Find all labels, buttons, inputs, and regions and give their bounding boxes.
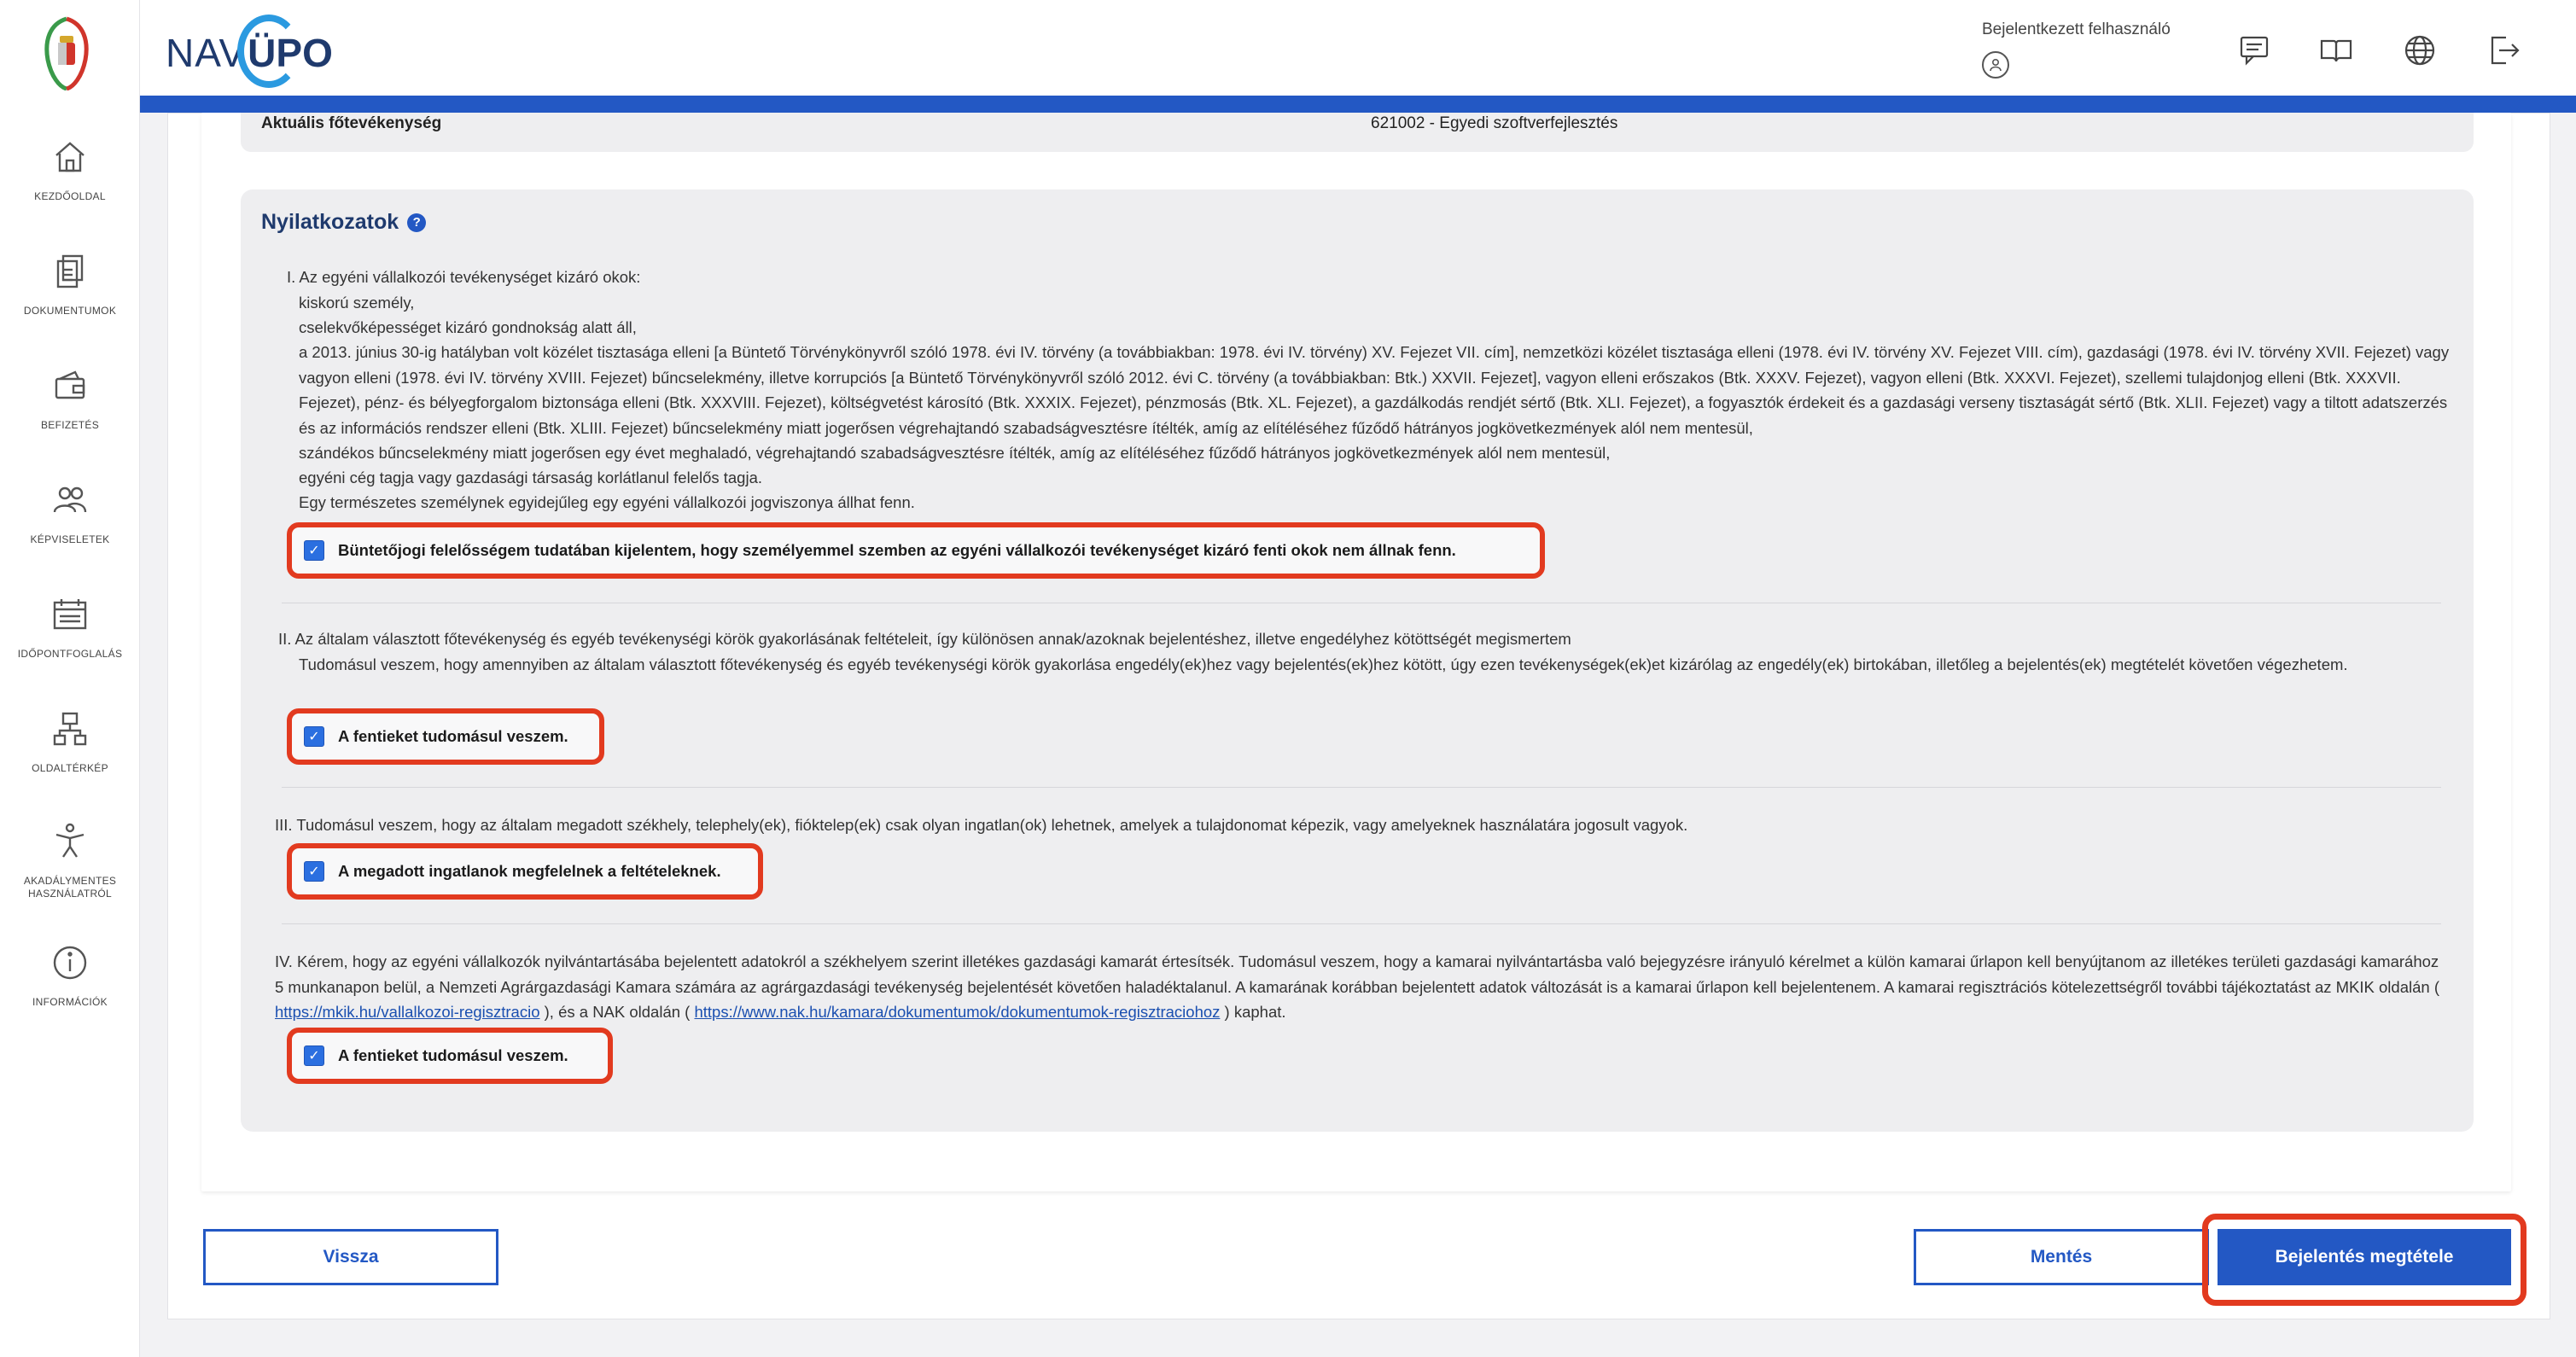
sidebar-item-label: OLDALTÉRKÉP — [32, 762, 108, 774]
submit-declaration-button[interactable]: Bejelentés megtétele — [2218, 1229, 2511, 1285]
section-divider — [282, 787, 2441, 788]
brand-arc-decoration — [237, 15, 301, 88]
declaration4-checkbox-label: A fentieket tudomásul veszem. — [338, 1046, 568, 1064]
declarations-title: Nyilatkozatok ? — [261, 210, 427, 235]
sidebar-item-label: KEZDŐOLDAL — [34, 190, 106, 202]
people-icon — [50, 480, 90, 525]
chat-icon[interactable] — [2236, 32, 2272, 68]
nak-link[interactable]: https://www.nak.hu/kamara/dokumentumok/d… — [694, 1003, 1220, 1021]
sidebar-item-label: KÉPVISELETEK — [30, 533, 110, 545]
section1-line: Egy természetes személynek egyidejűleg e… — [299, 493, 915, 511]
section4-text: IV. Kérem, hogy az egyéni vállalkozók ny… — [275, 952, 2439, 1021]
section1-heading: I. Az egyéni vállalkozói tevékenységet k… — [287, 268, 641, 286]
sidebar-item-label: INFORMÁCIÓK — [32, 996, 108, 1008]
checkbox-checked[interactable]: ✓ — [304, 1045, 324, 1066]
back-button[interactable]: Vissza — [203, 1229, 498, 1285]
sidebar-item-label: DOKUMENTUMOK — [23, 305, 117, 317]
section1-line: cselekvőképességet kizáró gondnokság ala… — [299, 318, 637, 336]
user-avatar-icon[interactable] — [1982, 51, 2009, 79]
sidebar-item-label: AKADÁLYMENTES HASZNÁLATRÓL — [23, 875, 117, 900]
declaration2-checkbox-row[interactable]: ✓ A fentieket tudomásul veszem. — [287, 708, 604, 765]
logout-icon[interactable] — [2486, 32, 2521, 68]
logged-in-user-label: Bejelentkezett felhasználó — [1982, 20, 2171, 38]
help-icon[interactable]: ? — [407, 213, 427, 232]
sidebar-item-home[interactable]: KEZDŐOLDAL — [0, 137, 140, 230]
brand-nav-text: NAV — [166, 31, 247, 75]
section2-heading: II. Az általam választott főtevékenység … — [278, 630, 1571, 648]
sidebar-item-label: BEFIZETÉS — [40, 419, 100, 431]
declaration3-checkbox-label: A megadott ingatlanok megfelelnek a felt… — [338, 862, 721, 880]
section3-text: III. Tudomásul veszem, hogy az általam m… — [275, 816, 1688, 834]
documents-icon — [50, 251, 90, 296]
accessibility-icon — [50, 821, 90, 866]
declaration1-checkbox-row[interactable]: ✓ Büntetőjogi felelősségem tudatában kij… — [287, 522, 1545, 579]
app-brand-logo[interactable]: NAV ÜPO — [166, 15, 333, 88]
save-button[interactable]: Mentés — [1914, 1229, 2209, 1285]
section-divider — [282, 923, 2441, 924]
header-accent-bar — [140, 96, 2576, 113]
checkbox-checked[interactable]: ✓ — [304, 726, 324, 747]
checkbox-checked[interactable]: ✓ — [304, 540, 324, 561]
sidebar-item-label: IDŐPONTFOGLALÁS — [17, 648, 123, 660]
declaration1-checkbox-label: Büntetőjogi felelősségem tudatában kijel… — [338, 541, 1456, 559]
sidebar-item-accessibility[interactable]: AKADÁLYMENTES HASZNÁLATRÓL — [0, 821, 140, 915]
section1-line: kiskorú személy, — [299, 294, 415, 312]
sitemap-icon — [50, 708, 90, 754]
hungarian-coat-of-arms-logo[interactable] — [39, 15, 94, 91]
declaration4-checkbox-row[interactable]: ✓ A fentieket tudomásul veszem. — [287, 1028, 613, 1084]
brand-upo-text: ÜPO — [237, 15, 333, 88]
section2-text: Tudomásul veszem, hogy amennyiben az ált… — [299, 655, 2348, 673]
main-activity-label: Aktuális főtevékenység — [261, 114, 442, 132]
calendar-icon — [50, 594, 90, 639]
main-activity-value: 621002 - Egyedi szoftverfejlesztés — [1371, 114, 1618, 132]
globe-icon[interactable] — [2402, 32, 2438, 68]
info-icon — [50, 942, 90, 987]
section1-line: szándékos bűncselekmény miatt jogerősen … — [299, 444, 1611, 462]
sidebar-item-sitemap[interactable]: OLDALTÉRKÉP — [0, 708, 140, 802]
sidebar-item-information[interactable]: INFORMÁCIÓK — [0, 942, 140, 1036]
wallet-icon — [50, 365, 90, 411]
sidebar-item-representations[interactable]: KÉPVISELETEK — [0, 480, 140, 574]
mkik-link[interactable]: https://mkik.hu/vallalkozoi-regisztracio — [275, 1003, 540, 1021]
top-header — [140, 0, 2576, 96]
activity-summary-box — [241, 113, 2474, 152]
section1-line: a 2013. június 30-ig hatályban volt közé… — [299, 343, 2450, 437]
book-icon[interactable] — [2318, 32, 2354, 68]
declaration3-checkbox-row[interactable]: ✓ A megadott ingatlanok megfelelnek a fe… — [287, 843, 763, 900]
section1-line: egyéni cég tagja vagy gazdasági társaság… — [299, 469, 763, 486]
declaration2-checkbox-label: A fentieket tudomásul veszem. — [338, 727, 568, 745]
sidebar-item-appointment[interactable]: IDŐPONTFOGLALÁS — [0, 594, 140, 688]
checkbox-checked[interactable]: ✓ — [304, 861, 324, 882]
sidebar-item-payment[interactable]: BEFIZETÉS — [0, 365, 140, 459]
sidebar-item-documents[interactable]: DOKUMENTUMOK — [0, 251, 140, 345]
user-info: Bejelentkezett felhasználó — [1982, 20, 2171, 79]
home-icon — [50, 137, 90, 182]
sidebar: KEZDŐOLDAL DOKUMENTUMOK BEFIZETÉS KÉPVIS… — [0, 0, 140, 1357]
